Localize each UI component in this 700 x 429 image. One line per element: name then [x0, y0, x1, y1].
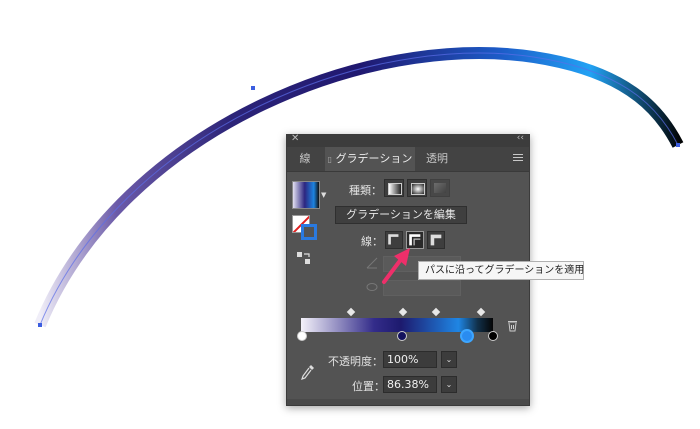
- tab-gradient-label: グラデーション: [335, 152, 413, 165]
- close-icon[interactable]: ✕: [291, 133, 299, 144]
- stroke-box-icon[interactable]: [301, 224, 317, 240]
- opacity-dropdown-icon[interactable]: ⌄: [441, 351, 457, 368]
- tab-gradient-grip-icon: ▯: [327, 155, 333, 164]
- gradient-stop[interactable]: [297, 331, 307, 341]
- tab-gradient[interactable]: ▯ グラデーション: [325, 147, 415, 171]
- panel-resize-bar[interactable]: [287, 399, 529, 405]
- reverse-gradient-icon[interactable]: [296, 251, 312, 265]
- gradient-swatch[interactable]: [292, 181, 320, 209]
- panel-titlebar[interactable]: ✕ ‹‹: [287, 133, 529, 147]
- tab-transparency[interactable]: 透明: [419, 147, 455, 171]
- gradient-stop-selected[interactable]: [460, 329, 474, 343]
- location-label: 位置：: [352, 380, 385, 393]
- collapse-icon[interactable]: ‹‹: [517, 133, 524, 143]
- delete-stop-icon[interactable]: [507, 320, 518, 332]
- eyedropper-icon[interactable]: [301, 364, 315, 380]
- midpoint-diamond[interactable]: [476, 307, 486, 317]
- across-stroke-icon: [430, 234, 442, 246]
- location-dropdown-icon[interactable]: ⌄: [441, 376, 457, 393]
- radial-gradient-button[interactable]: [407, 179, 427, 197]
- panel-menu-icon[interactable]: [513, 154, 523, 163]
- swatch-dropdown-icon[interactable]: ▼: [321, 191, 326, 199]
- anchor-point-start[interactable]: [38, 323, 42, 327]
- linear-gradient-button[interactable]: [384, 179, 404, 197]
- annotation-arrow-icon: [382, 248, 410, 284]
- angle-icon: [366, 257, 378, 269]
- gradient-stop[interactable]: [397, 331, 407, 341]
- location-input[interactable]: 86.38%: [383, 376, 437, 393]
- freeform-gradient-button[interactable]: [430, 179, 450, 197]
- midpoint-diamond[interactable]: [346, 307, 356, 317]
- tooltip: パスに沿ってグラデーションを適用: [418, 261, 584, 280]
- anchor-point-mid[interactable]: [251, 86, 255, 90]
- anchor-point-end[interactable]: [676, 143, 680, 147]
- opacity-input[interactable]: 100%: [383, 351, 437, 368]
- apply-across-stroke-button[interactable]: [427, 231, 445, 249]
- opacity-label: 不透明度：: [328, 355, 383, 368]
- tab-stroke[interactable]: 線: [287, 147, 323, 171]
- fill-stroke-selector[interactable]: [292, 215, 320, 243]
- type-label: 種類：: [349, 184, 382, 197]
- midpoint-diamond[interactable]: [398, 307, 408, 317]
- panel-tabs: 線 ▯ グラデーション 透明: [287, 147, 529, 172]
- aspect-ratio-icon: [366, 283, 378, 291]
- edit-gradient-button[interactable]: グラデーションを編集: [335, 206, 467, 224]
- midpoint-diamond[interactable]: [431, 307, 441, 317]
- gradient-stop[interactable]: [488, 331, 498, 341]
